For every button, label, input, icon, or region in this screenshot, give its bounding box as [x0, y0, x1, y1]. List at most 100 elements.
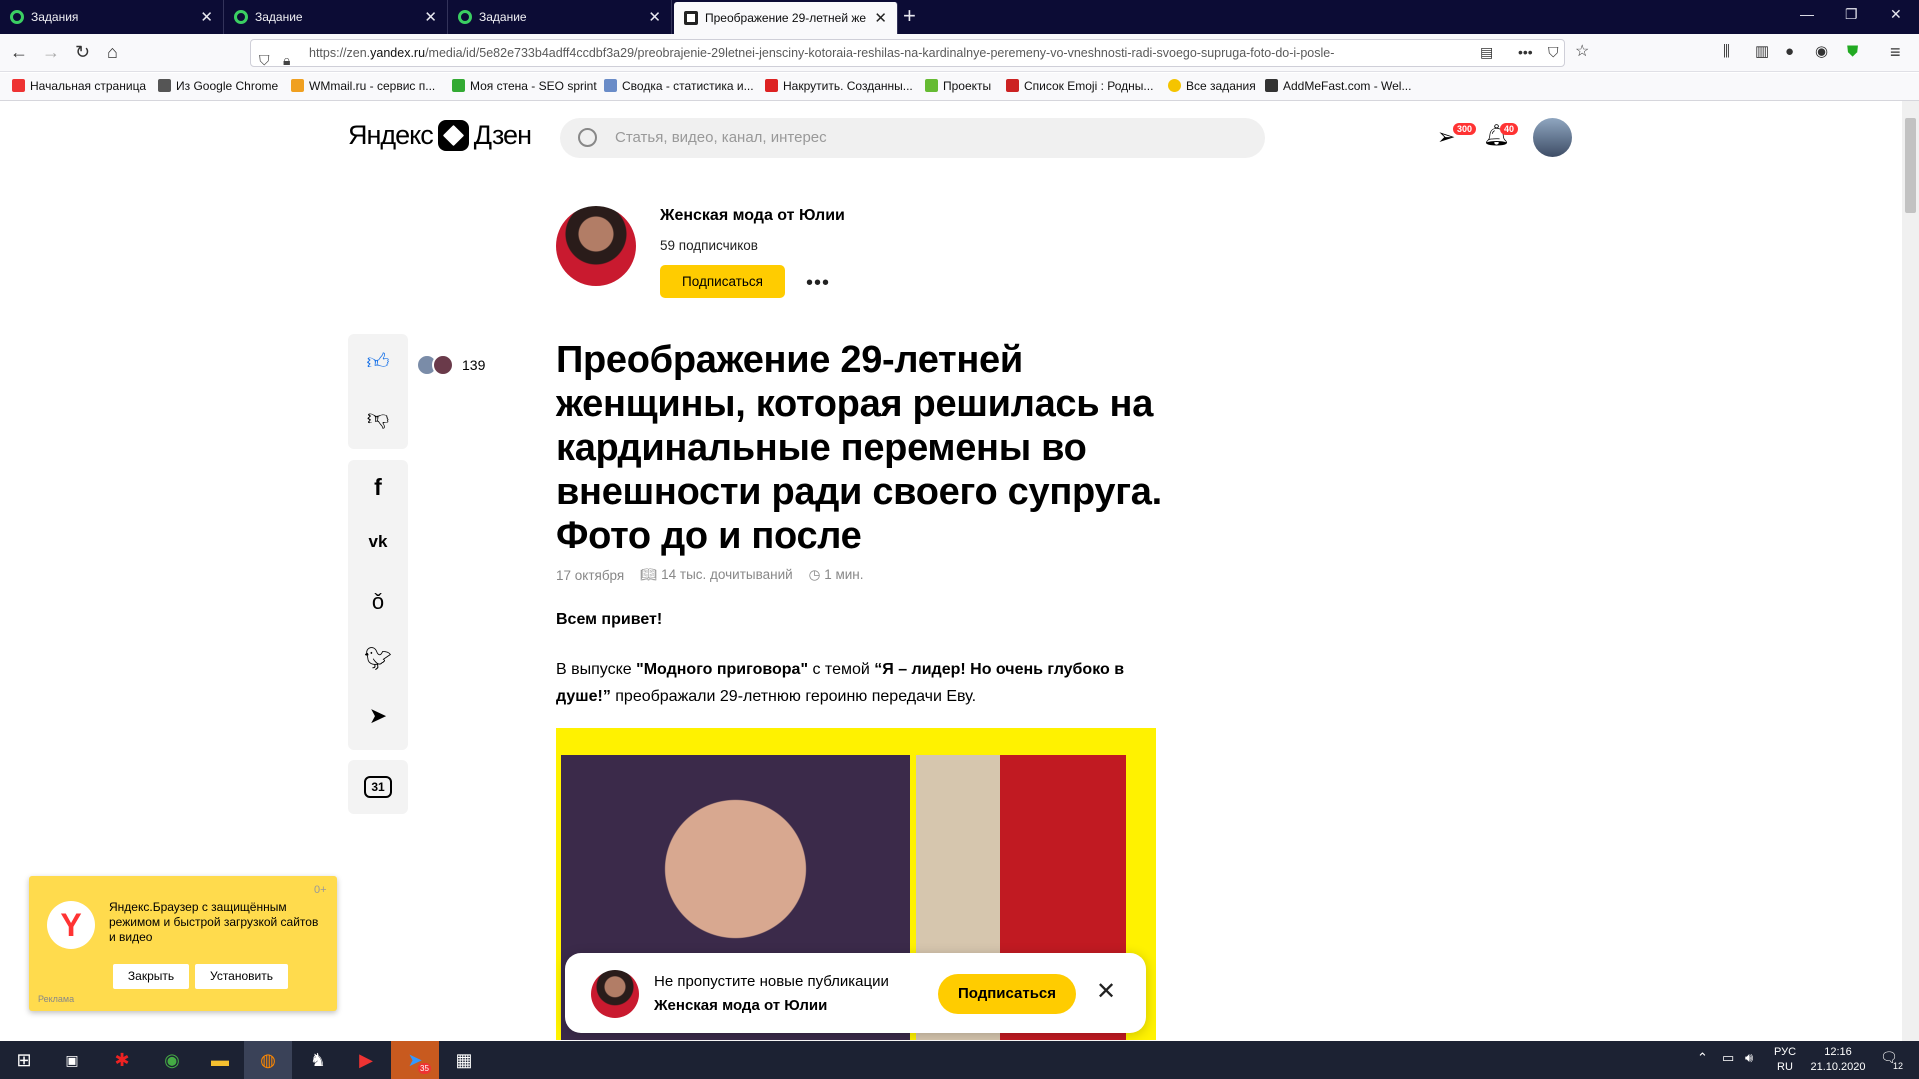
browser-tab-bar: Задания ✕ Задание ✕ Задание ✕ Преображен…: [0, 0, 1919, 34]
account-icon[interactable]: ●: [1785, 42, 1794, 62]
tab-close-icon[interactable]: ✕: [200, 8, 213, 26]
clock[interactable]: 12:16 21.10.2020: [1806, 1045, 1870, 1075]
navigation-bar: ← → ↻ ⌂ ⛉ 🔒︎ https://zen.yandex.ru/media…: [0, 34, 1919, 72]
menu-icon[interactable]: ≡: [1890, 42, 1901, 62]
channel-subscribers: 59 подписчиков: [660, 238, 758, 253]
subscribe-button[interactable]: Подписаться: [660, 265, 785, 298]
bookmark-item[interactable]: Начальная страница: [12, 79, 146, 93]
pocket-icon[interactable]: ⛉: [1548, 42, 1559, 62]
bookmark-icon: [12, 79, 25, 92]
reader-view-icon[interactable]: ▤: [1480, 42, 1493, 62]
tab-active[interactable]: Преображение 29-летней же ✕: [674, 2, 898, 34]
twitter-icon[interactable]: 🐦︎: [348, 646, 408, 672]
volume-icon[interactable]: 🔊︎: [1745, 1050, 1753, 1065]
zen-favicon-icon: [684, 11, 698, 25]
facebook-icon[interactable]: f: [348, 474, 408, 501]
publish-date: 17 октября: [556, 567, 625, 583]
vpn-extension-icon[interactable]: ⛊: [1847, 42, 1858, 62]
notifications-badge: 40: [1500, 123, 1519, 135]
bookmark-folder[interactable]: Из Google Chrome: [158, 79, 278, 93]
yandex-browser-ad: 0+ Y Яндекс.Браузер с защищённым режимом…: [29, 876, 337, 1011]
reads-stat: 📖︎ 14 тыс. дочитываний: [640, 567, 793, 582]
network-icon[interactable]: ▭: [1722, 1050, 1734, 1065]
yandex-browser-logo-icon: Y: [47, 901, 95, 949]
video-app-icon[interactable]: ▶: [342, 1041, 390, 1079]
page-actions-icon[interactable]: •••: [1518, 42, 1533, 62]
tab-favicon-icon: [234, 10, 248, 24]
more-options-icon[interactable]: •••: [806, 272, 830, 295]
task-view-icon[interactable]: ▣: [48, 1041, 96, 1079]
tab-favicon-icon: [10, 10, 24, 24]
likers-summary[interactable]: 139: [416, 354, 485, 376]
bookmark-item[interactable]: Проекты: [925, 79, 991, 93]
bookmark-icon: [1265, 79, 1278, 92]
ad-close-button[interactable]: Закрыть: [113, 964, 189, 989]
tab-3[interactable]: Задание ✕: [448, 0, 672, 34]
channel-avatar[interactable]: [556, 206, 636, 286]
bookmark-icon: [604, 79, 617, 92]
forward-icon[interactable]: →: [42, 42, 60, 62]
windows-start-icon[interactable]: ⊞: [0, 1041, 48, 1079]
minimize-icon[interactable]: —: [1800, 6, 1814, 22]
reload-icon[interactable]: ↻: [75, 42, 90, 62]
channel-name[interactable]: Женская мода от Юлии: [660, 207, 845, 225]
bookmark-icon: [452, 79, 465, 92]
restore-icon[interactable]: ❐: [1845, 6, 1858, 23]
bookmarks-toolbar: Начальная страница Из Google Chrome WMma…: [0, 73, 1919, 101]
extension-icon[interactable]: ◉: [1815, 42, 1828, 62]
ad-install-button[interactable]: Установить: [195, 964, 288, 989]
tab-favicon-icon: [458, 10, 472, 24]
lock-icon[interactable]: 🔒︎: [283, 47, 290, 66]
window-close-icon[interactable]: ✕: [1890, 6, 1902, 23]
book-icon: 📖︎: [640, 567, 662, 582]
url-bar[interactable]: ⛉ 🔒︎ https://zen.yandex.ru/media/id/5e82…: [250, 39, 1565, 67]
zen-logo[interactable]: Яндекс Дзен: [348, 120, 532, 151]
popup-subscribe-button[interactable]: Подписаться: [938, 974, 1076, 1014]
bookmark-item[interactable]: Моя стена - SEO sprint: [452, 79, 597, 93]
scrollbar-thumb[interactable]: [1905, 118, 1916, 213]
firefox-icon[interactable]: ◍: [244, 1041, 292, 1079]
search-icon: [578, 128, 597, 147]
bookmark-star-icon[interactable]: ☆: [1575, 42, 1589, 62]
messages-badge: 300: [1453, 123, 1477, 135]
like-icon[interactable]: 👍︎: [348, 348, 408, 375]
share-card: f vk ǒ 🐦︎ ➤: [348, 460, 408, 750]
app-red-icon[interactable]: ✱: [98, 1041, 146, 1079]
home-icon[interactable]: ⌂: [107, 42, 118, 62]
bookmark-item[interactable]: Накрутить. Созданны...: [765, 79, 913, 93]
library-icon[interactable]: ⫼: [1723, 42, 1730, 62]
new-tab-plus-icon[interactable]: +: [903, 3, 916, 29]
language-indicator[interactable]: РУС RU: [1770, 1045, 1800, 1075]
odnoklassniki-icon[interactable]: ǒ: [348, 589, 408, 615]
tab-close-icon[interactable]: ✕: [648, 8, 661, 26]
dislike-icon[interactable]: 👎︎: [348, 404, 408, 431]
back-icon[interactable]: ←: [10, 42, 28, 62]
vk-icon[interactable]: vk: [348, 532, 408, 552]
search-input[interactable]: Статья, видео, канал, интерес: [560, 118, 1265, 158]
article-greeting: Всем привет!: [556, 611, 663, 628]
tab-2[interactable]: Задание ✕: [224, 0, 448, 34]
chrome-icon[interactable]: ◉: [148, 1041, 196, 1079]
telegram-icon[interactable]: ➤: [348, 703, 408, 729]
tracking-shield-icon[interactable]: ⛉: [259, 47, 270, 66]
tray-expand-icon[interactable]: ⌃: [1697, 1050, 1708, 1065]
notepad-icon[interactable]: ▦: [440, 1041, 488, 1079]
bookmark-item[interactable]: WMmail.ru - сервис п...: [291, 79, 435, 93]
bookmark-item[interactable]: AddMeFast.com - Wel...: [1265, 79, 1411, 93]
read-time: ◷ 1 мин.: [808, 567, 864, 582]
tab-close-icon[interactable]: ✕: [424, 8, 437, 26]
tab-1[interactable]: Задания ✕: [0, 0, 224, 34]
popup-close-icon[interactable]: ✕: [1096, 977, 1116, 1006]
sidebar-icon[interactable]: ▥: [1755, 42, 1769, 62]
tab-close-icon[interactable]: ✕: [874, 9, 887, 27]
telegram-taskbar-icon[interactable]: ➤: [391, 1041, 439, 1079]
page-scrollbar[interactable]: [1902, 101, 1919, 1041]
clock-icon: ◷: [808, 567, 825, 582]
file-explorer-icon[interactable]: ▬: [196, 1041, 244, 1079]
comments-card[interactable]: 31: [348, 760, 408, 814]
game-app-icon[interactable]: ♞: [294, 1041, 342, 1079]
user-avatar[interactable]: [1533, 118, 1572, 157]
bookmark-item[interactable]: Список Emoji : Родны...: [1006, 79, 1153, 93]
bookmark-item[interactable]: Все задания: [1168, 79, 1256, 93]
bookmark-item[interactable]: Сводка - статистика и...: [604, 79, 754, 93]
